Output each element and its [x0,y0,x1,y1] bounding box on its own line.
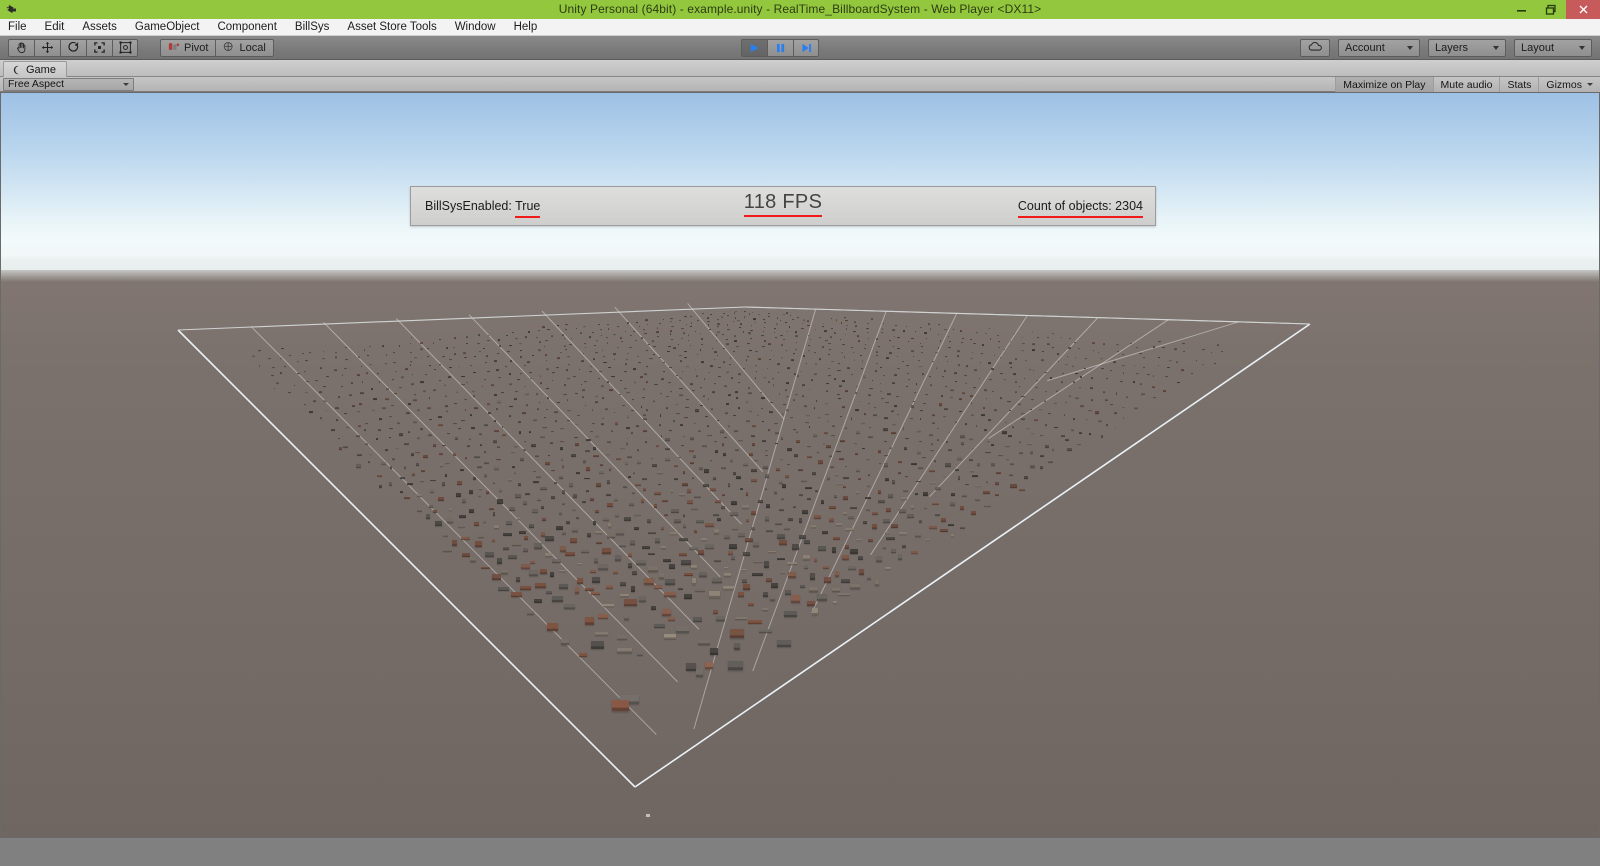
menu-item-help[interactable]: Help [505,19,547,35]
restore-icon[interactable] [1536,0,1566,19]
chevron-down-icon [1407,46,1413,50]
unity-cloud-button[interactable] [1300,39,1330,57]
aspect-ratio-label: Free Aspect [8,78,65,90]
menu-item-gameobject[interactable]: GameObject [126,19,209,35]
game-view-toolbar: Free Aspect Maximize on Play Mute audio … [0,77,1600,92]
chevron-down-icon [1587,83,1593,86]
stats-button[interactable]: Stats [1499,77,1539,92]
rect-transform-icon [118,41,132,54]
title-bar: Unity Personal (64bit) - example.unity -… [0,0,1600,19]
stats-label: Stats [1507,78,1532,91]
minimize-icon[interactable] [1506,0,1536,19]
status-bar [0,838,1600,866]
hand-icon [15,41,28,54]
step-button[interactable] [793,39,819,57]
rect-tool-button[interactable] [112,38,138,57]
aspect-ratio-dropdown[interactable]: Free Aspect [3,77,134,91]
step-forward-icon [800,42,813,54]
object-count: Count of objects: 2304 [1017,199,1144,218]
move-tool-button[interactable] [34,38,60,57]
unity-logo-icon [0,0,24,19]
sky-gradient [0,92,1600,270]
chevron-down-icon [1579,46,1585,50]
pivot-icon [168,41,180,55]
tab-game[interactable]: Game [3,61,67,77]
chevron-down-icon [123,82,129,86]
local-label: Local [239,41,266,54]
pivot-label: Pivot [184,41,209,54]
layers-dropdown[interactable]: Layers [1428,39,1506,57]
window-title: Unity Personal (64bit) - example.unity -… [558,2,1042,16]
ground-plane-backdrop [0,270,1600,838]
object-count-wrap: Count of objects: 2304 [1017,199,1144,218]
toolbar-right-group: Account Layers Layout [1300,39,1592,57]
maximize-on-play-button[interactable]: Maximize on Play [1335,77,1433,92]
move-arrows-icon [41,41,54,54]
pivot-toggle-button[interactable]: Pivot [160,38,216,57]
cloud-icon [1307,39,1324,57]
layout-label: Layout [1521,42,1555,54]
rotate-tool-button[interactable] [60,38,86,57]
chevron-down-icon [1493,46,1499,50]
pause-icon [774,42,787,54]
menu-item-edit[interactable]: Edit [36,19,74,35]
maximize-on-play-label: Maximize on Play [1343,78,1426,91]
menu-item-assets[interactable]: Assets [73,19,126,35]
account-dropdown[interactable]: Account [1338,39,1420,57]
mute-audio-button[interactable]: Mute audio [1432,77,1500,92]
close-icon[interactable] [1566,0,1600,19]
window-controls [1506,0,1600,19]
menu-item-component[interactable]: Component [208,19,285,35]
scale-icon [93,41,106,54]
horizon-haze [0,254,1600,282]
hand-tool-button[interactable] [8,38,34,57]
play-button[interactable] [741,39,767,57]
account-label: Account [1345,42,1385,54]
play-icon [748,42,761,54]
gizmos-dropdown[interactable]: Gizmos [1538,77,1600,92]
local-toggle-button[interactable]: Local [215,38,274,57]
menu-item-file[interactable]: File [0,19,36,35]
pivot-mode-group: Pivot Local [160,38,274,57]
game-view-icon [12,65,22,75]
unity-editor-window: Unity Personal (64bit) - example.unity -… [0,0,1600,866]
menu-item-billsys[interactable]: BillSys [286,19,339,35]
transform-tool-group [8,38,138,57]
fps-counter: 118 FPS [743,191,823,217]
pause-button[interactable] [767,39,793,57]
gizmos-label: Gizmos [1546,78,1582,91]
rotate-icon [67,41,80,54]
game-view-toolbar-right: Maximize on Play Mute audio Stats Gizmos [1335,77,1600,92]
local-rotation-icon [223,41,235,55]
main-toolbar: Pivot Local Account Layers Layout [0,36,1600,60]
layers-label: Layers [1435,42,1469,54]
menu-bar: File Edit Assets GameObject Component Bi… [0,19,1600,36]
game-viewport[interactable]: BillSysEnabled: True 118 FPS Count of ob… [0,92,1600,838]
menu-item-asset-store-tools[interactable]: Asset Store Tools [338,19,445,35]
layout-dropdown[interactable]: Layout [1514,39,1592,57]
menu-item-window[interactable]: Window [446,19,505,35]
tab-game-label: Game [26,63,56,76]
stats-overlay-panel: BillSysEnabled: True 118 FPS Count of ob… [410,186,1156,226]
playback-controls [741,39,819,57]
scale-tool-button[interactable] [86,38,112,57]
panel-tab-strip: Game [0,60,1600,77]
mute-audio-label: Mute audio [1440,78,1493,91]
